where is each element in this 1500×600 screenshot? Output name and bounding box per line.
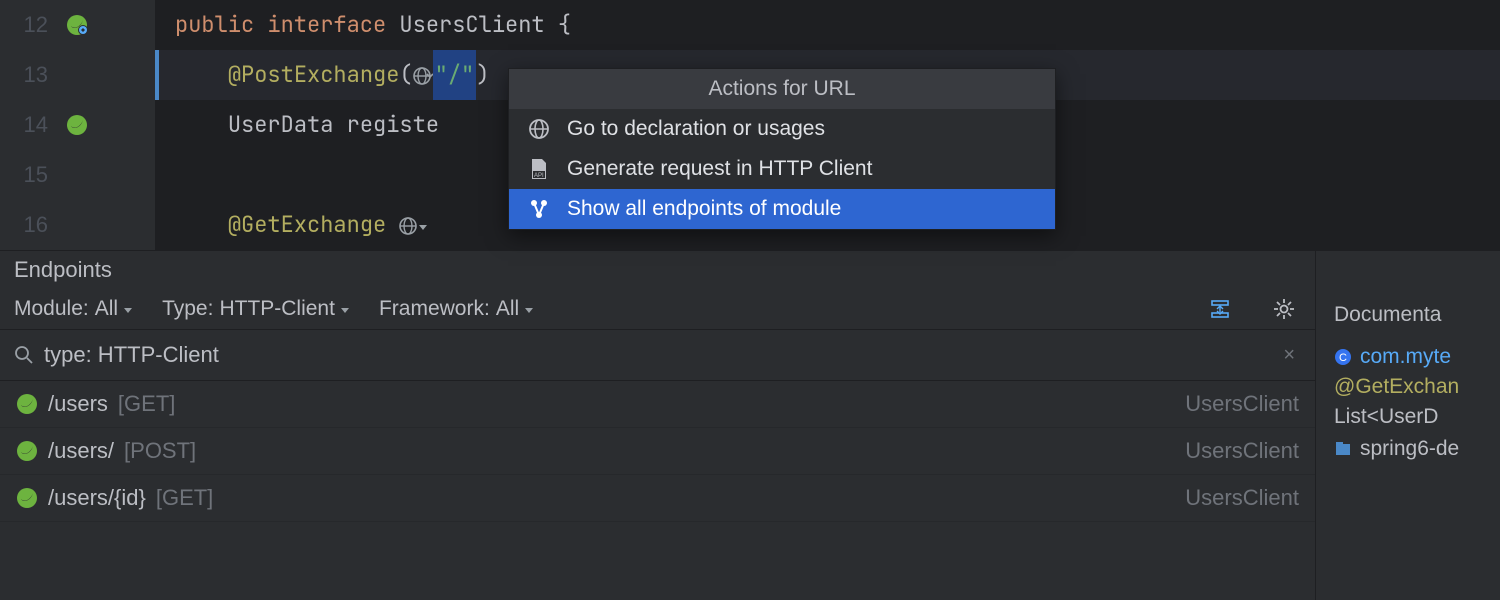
endpoint-row[interactable]: /users/ [POST] UsersClient bbox=[0, 428, 1315, 475]
endpoints-tool-window: Endpoints Module: All Type: HTTP-Client … bbox=[0, 250, 1500, 600]
chevron-down-icon[interactable] bbox=[419, 210, 427, 239]
popup-item-generate-http-request[interactable]: API Generate request in HTTP Client bbox=[509, 149, 1055, 189]
expand-collapse-icon[interactable] bbox=[1209, 298, 1231, 320]
endpoints-panel: Endpoints Module: All Type: HTTP-Client … bbox=[0, 251, 1315, 600]
popup-item-label: Generate request in HTTP Client bbox=[567, 157, 872, 181]
chevron-down-icon bbox=[124, 297, 132, 321]
endpoint-path: /users/{id} bbox=[48, 485, 146, 511]
chevron-down-icon bbox=[341, 297, 349, 321]
globe-icon bbox=[525, 117, 553, 141]
line-number: 15 bbox=[18, 162, 48, 188]
module-icon bbox=[1334, 440, 1352, 458]
actions-popup: Actions for URL Go to declaration or usa… bbox=[508, 68, 1056, 230]
spring-icon bbox=[16, 487, 38, 509]
endpoint-row[interactable]: /users/{id} [GET] UsersClient bbox=[0, 475, 1315, 522]
filter-bar: Module: All Type: HTTP-Client Framework:… bbox=[0, 289, 1315, 329]
class-icon: C bbox=[1334, 348, 1352, 366]
gutter-row: 16 bbox=[0, 200, 155, 250]
line-number: 16 bbox=[18, 212, 48, 238]
filter-module[interactable]: Module: All bbox=[14, 297, 132, 321]
popup-item-show-all-endpoints[interactable]: Show all endpoints of module bbox=[509, 189, 1055, 229]
filter-framework[interactable]: Framework: All bbox=[379, 297, 533, 321]
doc-type-row: List<UserD bbox=[1334, 405, 1500, 429]
doc-package-row[interactable]: C com.myte bbox=[1334, 345, 1500, 369]
close-icon[interactable]: × bbox=[1277, 344, 1301, 367]
globe-icon[interactable] bbox=[399, 216, 419, 236]
globe-icon[interactable] bbox=[413, 66, 433, 86]
tool-window-title: Endpoints bbox=[0, 251, 1315, 289]
documentation-panel: Documenta C com.myte @GetExchan List<Use… bbox=[1315, 251, 1500, 600]
doc-annotation-row: @GetExchan bbox=[1334, 375, 1500, 399]
popup-item-goto-declaration[interactable]: Go to declaration or usages bbox=[509, 109, 1055, 149]
spring-icon bbox=[16, 393, 38, 415]
endpoint-path: /users bbox=[48, 391, 108, 417]
popup-title: Actions for URL bbox=[509, 69, 1055, 109]
gear-icon[interactable] bbox=[1273, 298, 1295, 320]
search-bar: × bbox=[0, 329, 1315, 381]
endpoint-method: [POST] bbox=[124, 438, 196, 464]
endpoint-path: /users/ bbox=[48, 438, 114, 464]
spring-icon[interactable] bbox=[66, 14, 88, 36]
documentation-title: Documenta bbox=[1334, 303, 1500, 327]
endpoints-icon bbox=[525, 197, 553, 221]
popup-item-label: Go to declaration or usages bbox=[567, 117, 825, 141]
doc-module-row[interactable]: spring6-de bbox=[1334, 437, 1500, 461]
endpoint-owner: UsersClient bbox=[1185, 391, 1299, 417]
svg-text:API: API bbox=[534, 173, 544, 179]
search-icon bbox=[14, 345, 34, 365]
gutter-row: 13 bbox=[0, 50, 155, 100]
api-file-icon: API bbox=[525, 157, 553, 181]
endpoint-owner: UsersClient bbox=[1185, 485, 1299, 511]
popup-item-label: Show all endpoints of module bbox=[567, 197, 841, 221]
endpoint-method: [GET] bbox=[156, 485, 213, 511]
search-input[interactable] bbox=[44, 342, 1267, 368]
endpoint-list: /users [GET] UsersClient /users/ [POST] … bbox=[0, 381, 1315, 600]
line-number: 13 bbox=[18, 62, 48, 88]
code-line[interactable]: public interface UsersClient { bbox=[155, 0, 1500, 50]
endpoint-row[interactable]: /users [GET] UsersClient bbox=[0, 381, 1315, 428]
gutter-row: 15 bbox=[0, 150, 155, 200]
line-number: 14 bbox=[18, 112, 48, 138]
caret-line-indicator bbox=[155, 50, 159, 100]
endpoint-method: [GET] bbox=[118, 391, 175, 417]
svg-text:C: C bbox=[1339, 352, 1347, 364]
gutter-row: 14 bbox=[0, 100, 155, 150]
spring-icon[interactable] bbox=[66, 114, 88, 136]
editor-gutter: 12 13 14 15 16 bbox=[0, 0, 155, 250]
gutter-row: 12 bbox=[0, 0, 155, 50]
chevron-down-icon bbox=[525, 297, 533, 321]
filter-type[interactable]: Type: HTTP-Client bbox=[162, 297, 349, 321]
spring-icon bbox=[16, 440, 38, 462]
endpoint-owner: UsersClient bbox=[1185, 438, 1299, 464]
line-number: 12 bbox=[18, 12, 48, 38]
